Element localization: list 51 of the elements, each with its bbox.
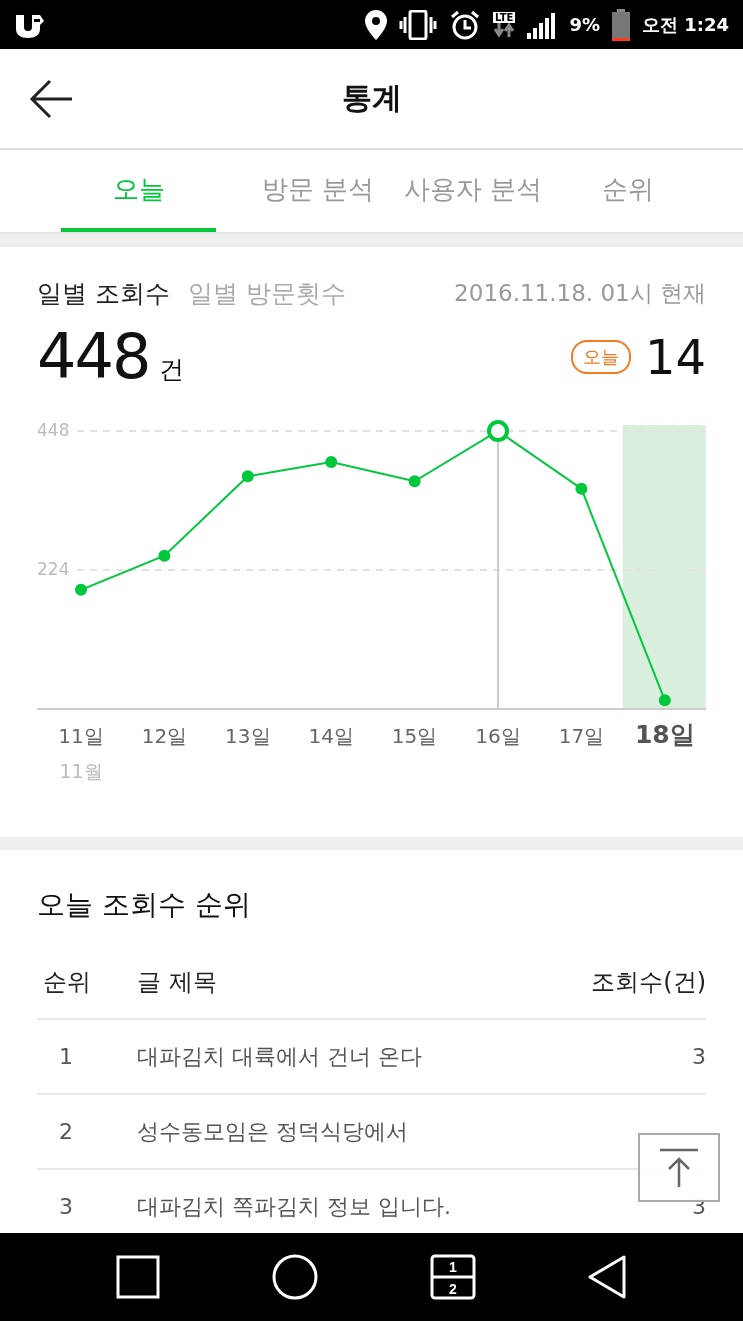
battery-percent: 9% — [569, 14, 600, 35]
count-unit: 건 — [159, 355, 185, 384]
selected-point[interactable] — [487, 420, 509, 442]
column-header: 조회수(건) — [590, 967, 706, 998]
view-count-cell-text: 3 — [691, 1044, 706, 1069]
x-tick-label: 13일 — [225, 724, 271, 748]
page-title: 통계 — [341, 79, 402, 117]
x-tick-label: 12일 — [141, 724, 188, 748]
column-header: 글 제목 — [137, 967, 218, 998]
y-tick-label: 224 — [37, 559, 70, 579]
post-title-cell[interactable]: 대파김치 쪽파김치 정보 입니다. — [137, 1191, 566, 1222]
back-button[interactable] — [28, 79, 74, 119]
rank-cell-text: 3 — [58, 1194, 74, 1219]
arrow-to-top-icon — [658, 1146, 700, 1189]
vibrate-icon — [399, 9, 437, 40]
data-point[interactable] — [75, 583, 87, 596]
column-header: 순위 — [42, 967, 92, 998]
data-point[interactable] — [325, 456, 338, 469]
rank-cell-text: 2 — [58, 1119, 74, 1144]
rank-cell-text: 1 — [58, 1044, 74, 1069]
x-tick-label: 11일 — [58, 724, 104, 748]
home-button[interactable] — [271, 1253, 320, 1301]
data-point[interactable] — [158, 549, 171, 562]
month-label: 11월 — [59, 760, 103, 782]
battery-icon — [611, 8, 630, 41]
data-point[interactable] — [241, 470, 254, 483]
y-tick-label: 448 — [37, 420, 70, 440]
x-tick-label: 18일 — [634, 720, 695, 749]
dual-window-button[interactable]: 1 2 — [429, 1254, 476, 1300]
x-tick-label: 14일 — [308, 724, 354, 748]
location-icon — [365, 9, 387, 40]
data-arrows-icon — [493, 23, 516, 37]
recent-apps-button[interactable] — [115, 1254, 162, 1300]
total-count: 448 — [37, 320, 150, 393]
section-title: 오늘 조회수 순위 — [37, 887, 252, 923]
x-tick-label: 15일 — [391, 724, 438, 748]
chart-mode-toggle[interactable]: 일별 조회수 — [37, 277, 170, 310]
clock: 오전 1:24 — [641, 12, 729, 37]
today-count: 14 — [644, 328, 706, 385]
x-tick-label: 16일 — [475, 724, 521, 748]
x-tick-label: 17일 — [558, 724, 605, 748]
data-point[interactable] — [575, 482, 588, 495]
timestamp: 2016.11.18. 01시 현재 — [454, 279, 706, 308]
today-badge: 오늘 — [570, 339, 631, 374]
alarm-icon — [449, 8, 481, 41]
signal-icon — [527, 10, 558, 39]
post-title-cell[interactable]: 성수동모임은 정덕식당에서 — [137, 1116, 566, 1147]
network-type: LTE — [493, 12, 516, 23]
post-title-cell[interactable]: 대파김치 대륙에서 건너 온다 — [137, 1041, 566, 1072]
data-point[interactable] — [658, 694, 671, 707]
data-point[interactable] — [408, 475, 421, 488]
